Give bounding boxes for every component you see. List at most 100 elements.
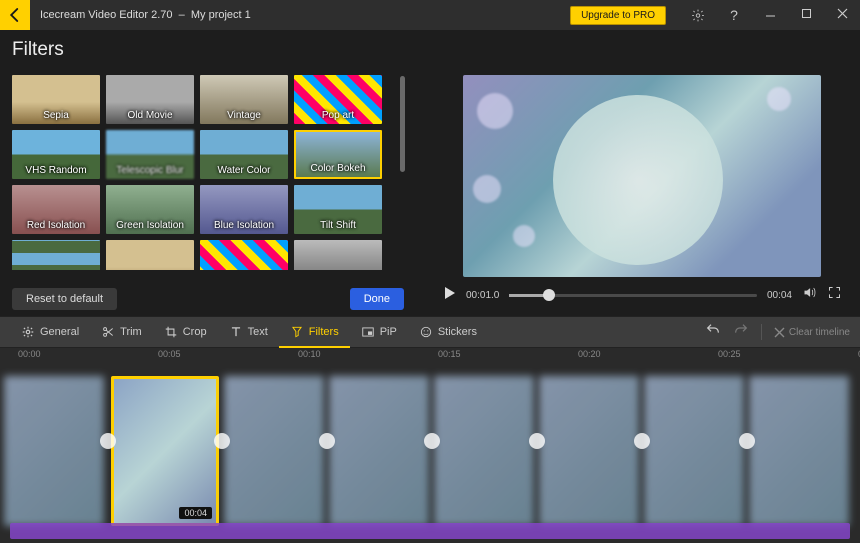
tab-trim[interactable]: Trim	[90, 318, 153, 347]
gear-icon	[691, 8, 705, 22]
timeline[interactable]: 00:0000:0500:1000:1500:2000:2500:30 00:0…	[0, 348, 860, 543]
filter-item[interactable]	[12, 240, 100, 270]
tab-stickers[interactable]: Stickers	[408, 318, 488, 347]
fullscreen-button[interactable]	[827, 285, 842, 305]
audio-track[interactable]	[10, 523, 850, 539]
filter-item[interactable]	[294, 240, 382, 270]
filter-item[interactable]: Vintage	[200, 75, 288, 124]
ruler-mark: 00:00	[18, 349, 41, 359]
seek-bar[interactable]	[509, 294, 757, 297]
transition-handle[interactable]	[319, 433, 335, 449]
filter-item[interactable]: Red Isolation	[12, 185, 100, 234]
filter-label: Tilt Shift	[294, 220, 382, 231]
redo-icon	[733, 322, 749, 338]
clip-selected[interactable]: 00:04	[111, 376, 219, 526]
filter-item[interactable]: Old Movie	[106, 75, 194, 124]
filter-label: Green Isolation	[106, 220, 194, 231]
maximize-icon	[801, 6, 812, 24]
done-button[interactable]: Done	[350, 288, 404, 310]
filter-item[interactable]	[106, 240, 194, 270]
clip[interactable]	[224, 376, 324, 526]
clip[interactable]	[539, 376, 639, 526]
tab-strip: GeneralTrimCropTextFiltersPiPStickers Cl…	[0, 316, 860, 348]
gear-icon	[21, 325, 35, 339]
filter-label: Vintage	[200, 110, 288, 121]
filter-item[interactable]: Blue Isolation	[200, 185, 288, 234]
filter-item[interactable]: Pop art	[294, 75, 382, 124]
expand-icon	[827, 285, 842, 300]
text-icon	[229, 325, 243, 339]
ruler-mark: 00:25	[718, 349, 741, 359]
question-icon: ?	[730, 7, 738, 23]
x-icon	[774, 327, 785, 338]
transition-handle[interactable]	[634, 433, 650, 449]
filter-icon	[290, 325, 304, 339]
app-title: Icecream Video Editor 2.70 – My project …	[40, 9, 251, 21]
total-time: 00:04	[767, 290, 792, 301]
filter-label: Old Movie	[106, 110, 194, 121]
volume-button[interactable]	[802, 285, 817, 305]
filter-item[interactable]	[200, 240, 288, 270]
scrollbar-thumb[interactable]	[400, 76, 405, 172]
filter-label: Color Bokeh	[296, 163, 380, 174]
undo-button[interactable]	[705, 322, 721, 343]
clip[interactable]	[434, 376, 534, 526]
tab-crop[interactable]: Crop	[153, 318, 218, 347]
clip[interactable]	[329, 376, 429, 526]
undo-icon	[705, 322, 721, 338]
volume-icon	[802, 285, 817, 300]
filter-grid: Sepia Old Movie Vintage Pop art VHS Random Te…	[0, 70, 394, 270]
tab-pip[interactable]: PiP	[350, 318, 408, 347]
clip[interactable]	[749, 376, 849, 526]
tab-text[interactable]: Text	[218, 318, 279, 347]
tab-general[interactable]: General	[10, 318, 90, 347]
sticker-icon	[419, 325, 433, 339]
preview-video[interactable]	[463, 75, 821, 277]
clear-timeline-button[interactable]: Clear timeline	[774, 327, 850, 338]
clip-duration: 00:04	[179, 507, 212, 519]
reset-button[interactable]: Reset to default	[12, 288, 117, 310]
ruler-mark: 00:20	[578, 349, 601, 359]
clip[interactable]	[4, 376, 104, 526]
filter-label: Red Isolation	[12, 220, 100, 231]
minimize-button[interactable]	[752, 0, 788, 30]
filter-label: Pop art	[294, 110, 382, 121]
panel-title: Filters	[0, 30, 860, 70]
ruler-mark: 00:10	[298, 349, 321, 359]
pip-icon	[361, 325, 375, 339]
scrollbar[interactable]	[394, 70, 410, 316]
filter-item[interactable]: Tilt Shift	[294, 185, 382, 234]
filter-item[interactable]: Color Bokeh	[294, 130, 382, 179]
filter-item[interactable]: Water Color	[200, 130, 288, 179]
filter-item[interactable]: Sepia	[12, 75, 100, 124]
clip[interactable]	[644, 376, 744, 526]
transition-handle[interactable]	[424, 433, 440, 449]
transition-handle[interactable]	[100, 433, 116, 449]
settings-button[interactable]	[680, 0, 716, 30]
minimize-icon	[765, 6, 776, 24]
redo-button[interactable]	[733, 322, 749, 343]
titlebar: Icecream Video Editor 2.70 – My project …	[0, 0, 860, 30]
close-button[interactable]	[824, 0, 860, 30]
clips-row[interactable]: 00:04	[0, 363, 860, 518]
filter-label: Sepia	[12, 110, 100, 121]
transition-handle[interactable]	[214, 433, 230, 449]
filter-label: VHS Random	[12, 165, 100, 176]
filter-item[interactable]: VHS Random	[12, 130, 100, 179]
ruler-mark: 00:15	[438, 349, 461, 359]
play-icon	[442, 286, 456, 300]
transition-handle[interactable]	[739, 433, 755, 449]
play-button[interactable]	[442, 286, 456, 305]
seek-knob[interactable]	[543, 289, 555, 301]
current-time: 00:01.0	[466, 290, 499, 301]
transition-handle[interactable]	[529, 433, 545, 449]
help-button[interactable]: ?	[716, 0, 752, 30]
close-icon	[837, 6, 848, 24]
back-button[interactable]	[0, 0, 30, 30]
tab-filters[interactable]: Filters	[279, 318, 350, 348]
filter-item[interactable]: Green Isolation	[106, 185, 194, 234]
filter-label: Water Color	[200, 165, 288, 176]
maximize-button[interactable]	[788, 0, 824, 30]
filter-item[interactable]: Telescopic Blur	[106, 130, 194, 179]
upgrade-button[interactable]: Upgrade to PRO	[570, 6, 666, 25]
